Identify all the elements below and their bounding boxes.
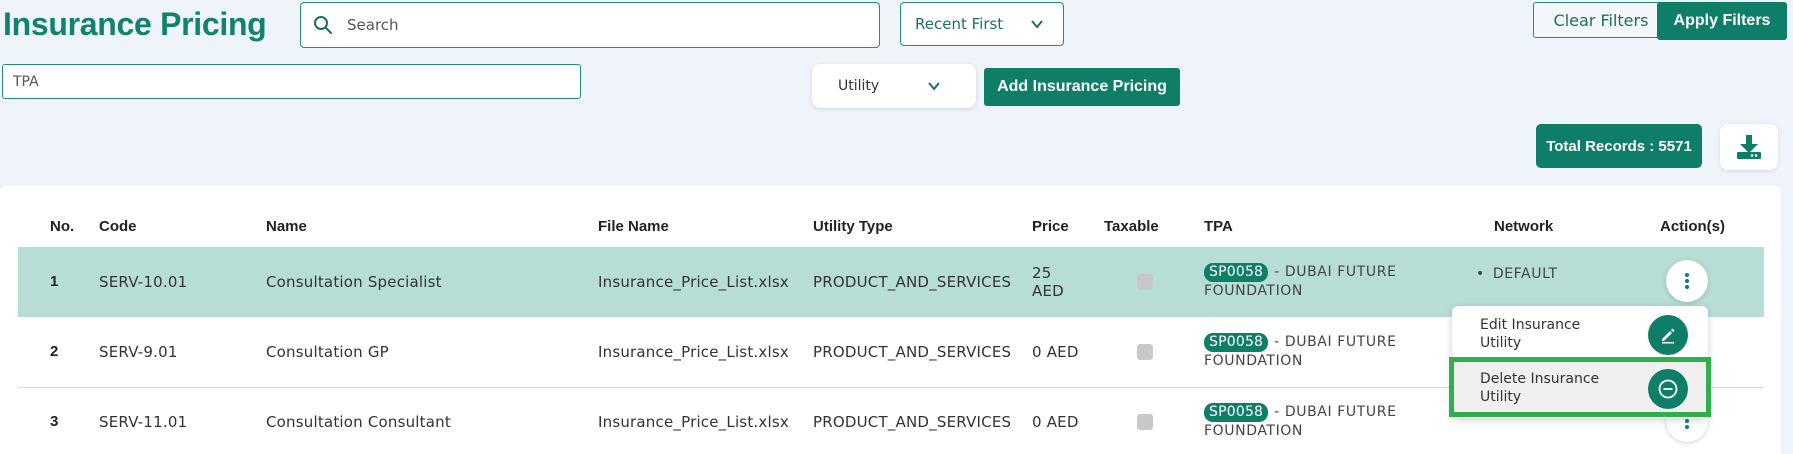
column-header-price: Price (1032, 218, 1069, 235)
row-action-menu: Edit Insurance Utility Delete Insurance Ut… (1452, 306, 1708, 418)
chevron-down-icon (1031, 20, 1043, 29)
row-name: Consultation Specialist (266, 273, 442, 291)
column-header-taxable: Taxable (1104, 218, 1159, 235)
row-price: 25 AED (1032, 264, 1064, 300)
taxable-checkbox[interactable] (1137, 344, 1153, 360)
taxable-checkbox[interactable] (1137, 414, 1153, 430)
apply-filters-button[interactable]: Apply Filters (1657, 2, 1787, 40)
column-header-code: Code (99, 218, 137, 235)
row-file-name: Insurance_Price_List.xlsx (598, 343, 789, 361)
more-vertical-icon (1685, 273, 1689, 289)
column-header-actions: Action(s) (1660, 218, 1725, 235)
delete-insurance-utility-menu-item[interactable]: Delete Insurance Utility (1452, 362, 1708, 414)
tpa-code-chip: SP0058 (1204, 403, 1269, 422)
edit-insurance-utility-menu-item[interactable]: Edit Insurance Utility (1452, 308, 1708, 360)
search-icon (314, 16, 332, 34)
page-title: Insurance Pricing (3, 6, 267, 42)
column-header-name: Name (266, 218, 307, 235)
utility-value: Utility (838, 78, 880, 94)
download-button[interactable] (1720, 124, 1778, 170)
add-insurance-pricing-button[interactable]: Add Insurance Pricing (984, 68, 1180, 106)
taxable-checkbox[interactable] (1137, 274, 1153, 290)
row-number: 1 (50, 273, 59, 290)
row-code: SERV-11.01 (99, 413, 188, 431)
sort-select[interactable]: Recent First (900, 2, 1064, 46)
row-file-name: Insurance_Price_List.xlsx (598, 273, 789, 291)
column-header-utility-type: Utility Type (813, 218, 893, 235)
column-header-file-name: File Name (598, 218, 669, 235)
row-utility-type: PRODUCT_AND_SERVICES (813, 413, 1012, 431)
row-price: 0 AED (1032, 413, 1079, 431)
row-price: 0 AED (1032, 343, 1079, 361)
tpa-code-chip: SP0058 (1204, 333, 1269, 352)
row-utility-type: PRODUCT_AND_SERVICES (813, 343, 1012, 361)
chevron-down-icon (928, 82, 940, 91)
delete-button[interactable] (1648, 369, 1688, 409)
sort-value: Recent First (915, 15, 1004, 33)
row-number: 2 (50, 343, 59, 360)
row-actions-button[interactable] (1666, 260, 1708, 302)
row-code: SERV-10.01 (99, 273, 188, 291)
row-tpa: SP0058- DUBAI FUTURE FOUNDATION (1204, 263, 1397, 299)
column-header-tpa: TPA (1204, 218, 1233, 235)
row-tpa: SP0058- DUBAI FUTURE FOUNDATION (1204, 333, 1397, 369)
row-name: Consultation GP (266, 343, 389, 361)
search-box[interactable] (300, 2, 880, 48)
minus-circle-icon (1658, 379, 1678, 399)
pencil-icon (1662, 328, 1675, 344)
download-icon (1737, 135, 1761, 159)
row-tpa: SP0058- DUBAI FUTURE FOUNDATION (1204, 403, 1397, 439)
row-utility-type: PRODUCT_AND_SERVICES (813, 273, 1012, 291)
tpa-filter-input[interactable] (2, 64, 581, 99)
column-header-network: Network (1494, 218, 1554, 235)
edit-button[interactable] (1648, 315, 1688, 355)
tpa-code-chip: SP0058 (1204, 263, 1269, 282)
row-name: Consultation Consultant (266, 413, 451, 431)
column-header-no: No. (50, 218, 75, 235)
row-code: SERV-9.01 (99, 343, 178, 361)
utility-select[interactable]: Utility (812, 64, 976, 108)
clear-filters-button[interactable]: Clear Filters (1533, 2, 1669, 38)
search-input[interactable] (347, 16, 847, 34)
row-network: • DEFAULT (1476, 266, 1558, 282)
row-file-name: Insurance_Price_List.xlsx (598, 413, 789, 431)
total-records-badge: Total Records : 5571 (1536, 124, 1702, 168)
row-number: 3 (50, 413, 59, 430)
